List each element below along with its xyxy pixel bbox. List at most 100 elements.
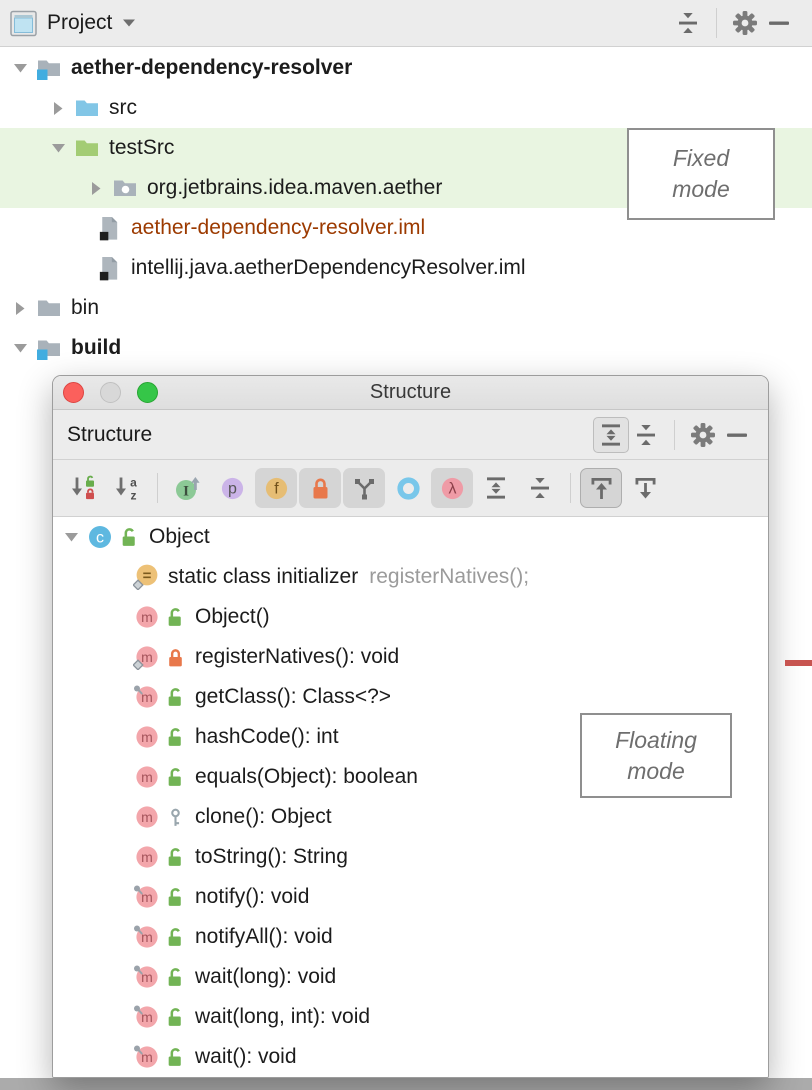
collapse-all-button[interactable] (671, 6, 705, 40)
header-separator (674, 420, 675, 450)
folder-green-icon (74, 135, 100, 161)
sort-alphabetically-button[interactable]: az (106, 468, 148, 508)
structure-tree-row[interactable]: m registerNatives(): void (53, 637, 768, 677)
toolbar-separator (157, 473, 158, 503)
structure-item-label: equals(Object): boolean (195, 765, 418, 789)
svg-text:m: m (141, 649, 153, 665)
module-folder-icon (36, 55, 62, 81)
structure-tree-row[interactable]: mwait(long): void (53, 957, 768, 997)
collapsed-arrow-icon[interactable] (48, 100, 68, 117)
structure-tree-row[interactable]: m wait(): void (53, 1037, 768, 1077)
settings-gear-button[interactable] (686, 418, 720, 452)
hide-button[interactable] (720, 418, 754, 452)
chevron-down-icon[interactable] (121, 17, 137, 29)
structure-tree-row[interactable]: m Object() (53, 597, 768, 637)
project-tree-row[interactable]: bin (0, 288, 812, 328)
public-open-lock-icon (165, 967, 186, 988)
show-non-public-button[interactable] (299, 468, 341, 508)
structure-tree-row[interactable]: m notifyAll(): void (53, 917, 768, 957)
project-tree-row[interactable]: src (0, 88, 812, 128)
svg-text:a: a (130, 475, 137, 489)
private-closed-lock-icon (165, 647, 186, 668)
iml-file-icon (96, 215, 122, 241)
collapsed-arrow-icon[interactable] (10, 300, 30, 317)
structure-item-label: wait(): void (195, 1045, 297, 1069)
structure-item-label: registerNatives(): void (195, 645, 399, 669)
autoscroll-to-source-icon (587, 474, 616, 503)
tree-item-label: testSrc (109, 136, 174, 160)
public-open-lock-icon (165, 727, 186, 748)
macos-titlebar[interactable]: Structure (53, 376, 768, 410)
floating-mode-annotation: Floating mode (580, 713, 732, 798)
folder-blue-icon (74, 95, 100, 121)
show-lambdas-button[interactable]: λ (431, 468, 473, 508)
tree-item-label: src (109, 96, 137, 120)
method-icon: m (133, 604, 159, 630)
autoscroll-from-source-button[interactable] (624, 468, 666, 508)
svg-text:m: m (141, 889, 153, 905)
structure-item-label: notify(): void (195, 885, 309, 909)
floating-mode-line1: Floating (615, 725, 697, 756)
project-tree-row[interactable]: aether-dependency-resolver (0, 48, 812, 88)
method-icon: m (133, 924, 159, 950)
structure-tree-row[interactable]: mgetClass(): Class<?> (53, 677, 768, 717)
group-methods-by-hierarchy-button[interactable] (343, 468, 385, 508)
svg-text:m: m (141, 929, 153, 945)
show-inherited-button[interactable]: I (167, 468, 209, 508)
dock-drag-indicator (785, 660, 812, 666)
project-tree-row[interactable]: intellij.java.aetherDependencyResolver.i… (0, 248, 812, 288)
toolbar-separator (570, 473, 571, 503)
folder-gray-icon (36, 295, 62, 321)
structure-tree-row[interactable]: m notify(): void (53, 877, 768, 917)
structure-tree-row[interactable]: =static class initializerregisterNatives… (53, 557, 768, 597)
structure-title: Structure (67, 423, 152, 447)
project-tree-row[interactable]: build (0, 328, 812, 368)
structure-item-label: toString(): String (195, 845, 348, 869)
structure-item-label: notifyAll(): void (195, 925, 333, 949)
project-view-selector[interactable]: Project (47, 11, 112, 35)
show-lambdas-icon: λ (438, 474, 467, 503)
collapse-all-button[interactable] (519, 468, 561, 508)
structure-tree-row[interactable]: mclone(): Object (53, 797, 768, 837)
expanded-arrow-icon[interactable] (48, 141, 68, 155)
expanded-arrow-icon[interactable] (10, 61, 30, 75)
expanded-arrow-icon[interactable] (10, 341, 30, 355)
svg-text:m: m (141, 1049, 153, 1065)
svg-text:λ: λ (448, 480, 456, 497)
autoscroll-to-source-button[interactable] (580, 468, 622, 508)
svg-text:=: = (143, 568, 152, 585)
structure-tree-row[interactable]: cObject (53, 517, 768, 557)
public-open-lock-icon (165, 767, 186, 788)
structure-item-label: Object() (195, 605, 270, 629)
expand-all-button[interactable] (593, 417, 629, 453)
collapse-all-button[interactable] (629, 418, 663, 452)
structure-tree-row[interactable]: m toString(): String (53, 837, 768, 877)
show-anonymous-classes-button[interactable] (387, 468, 429, 508)
settings-gear-button[interactable] (728, 6, 762, 40)
sort-by-visibility-button[interactable] (62, 468, 104, 508)
hide-icon (765, 9, 793, 37)
structure-header: Structure (53, 410, 768, 460)
expand-all-icon (482, 474, 510, 502)
collapse-all-icon (526, 474, 554, 502)
show-fields-button[interactable]: f (255, 468, 297, 508)
hide-button[interactable] (762, 6, 796, 40)
method-icon: m (133, 964, 159, 990)
show-properties-button[interactable]: p (211, 468, 253, 508)
method-icon: m (133, 884, 159, 910)
structure-tree-row[interactable]: mwait(long, int): void (53, 997, 768, 1037)
collapse-all-icon (674, 9, 702, 37)
public-open-lock-icon (165, 1007, 186, 1028)
svg-text:z: z (130, 488, 136, 502)
collapsed-arrow-icon[interactable] (86, 180, 106, 197)
tree-item-label: build (71, 336, 121, 360)
public-open-lock-icon (165, 887, 186, 908)
expand-all-button[interactable] (475, 468, 517, 508)
show-inherited-icon: I (174, 474, 203, 503)
svg-text:m: m (141, 849, 153, 865)
package-icon (112, 175, 138, 201)
expanded-arrow-icon[interactable] (61, 530, 81, 544)
public-open-lock-icon (165, 927, 186, 948)
module-folder-icon (36, 335, 62, 361)
window-title: Structure (53, 381, 768, 404)
